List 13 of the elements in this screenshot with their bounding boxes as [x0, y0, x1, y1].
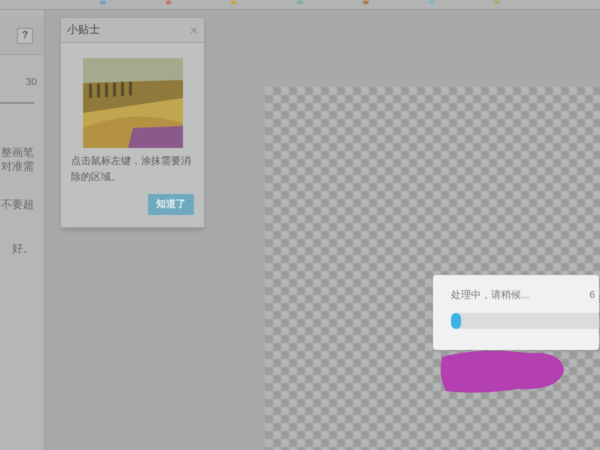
close-button[interactable]: ×	[190, 23, 198, 37]
slider-reading: 30	[26, 76, 37, 90]
help-button[interactable]: ?	[17, 28, 33, 44]
tip-message: 点击鼠标左键，涂抹需要消除的区域。	[70, 154, 192, 185]
progress-message: 处理中，请稍候...	[451, 288, 530, 303]
instruction-text: 整画笔	[1, 146, 34, 160]
instruction-text: 对准需	[1, 160, 34, 174]
instruction-text: 好。	[12, 242, 34, 256]
instruction-text: 不要超	[1, 198, 34, 212]
got-it-button[interactable]: 知道了	[148, 194, 194, 215]
transparent-canvas[interactable]	[265, 87, 600, 450]
dialog-title: 小贴士	[67, 22, 100, 38]
progress-percent: 6	[589, 289, 596, 303]
